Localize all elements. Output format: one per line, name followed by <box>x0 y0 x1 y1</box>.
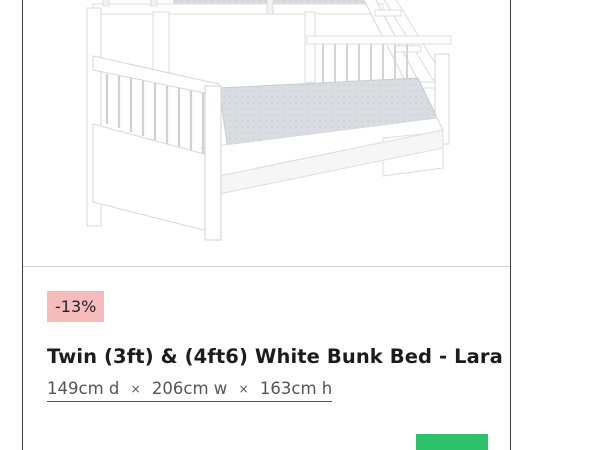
product-title[interactable]: Twin (3ft) & (4ft6) White Bunk Bed - Lar… <box>47 345 503 368</box>
dimension-separator: × <box>238 382 249 396</box>
dimension-depth: 149cm d <box>47 379 120 398</box>
card-divider <box>23 266 510 267</box>
dimension-separator: × <box>130 382 141 396</box>
product-dimensions: 149cm d × 206cm w × 163cm h <box>47 379 333 402</box>
discount-badge: -13% <box>47 291 105 322</box>
bunk-bed-illustration <box>86 0 452 241</box>
page: -13% Twin (3ft) & (4ft6) White Bunk Bed … <box>0 0 600 450</box>
product-card[interactable]: -13% Twin (3ft) & (4ft6) White Bunk Bed … <box>22 0 511 450</box>
dimension-width: 206cm w <box>151 379 228 398</box>
product-image[interactable] <box>23 0 510 266</box>
add-to-cart-button[interactable] <box>416 434 488 450</box>
dimension-height: 163cm h <box>259 379 333 398</box>
